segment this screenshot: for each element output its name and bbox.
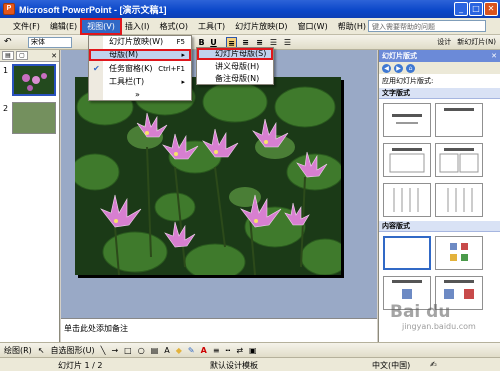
title-bar: P Microsoft PowerPoint - [演示文稿1]	[0, 0, 500, 18]
line-style-icon[interactable]: ≡	[213, 346, 220, 355]
task-pane-header: 幻灯片版式 ✕	[379, 50, 500, 62]
slide-number-2: 2	[3, 104, 9, 113]
language-status: 中文(中国)	[372, 361, 411, 370]
select-pointer-icon[interactable]: ↖	[38, 346, 45, 355]
slide-master-item[interactable]: 幻灯片母版(S)	[197, 48, 273, 60]
notes-pane[interactable]: 单击此处添加备注	[61, 318, 377, 342]
text-layouts-grid	[379, 99, 500, 221]
draw-menu-button[interactable]: 绘图(R)	[4, 345, 32, 356]
shadow-icon[interactable]: ▣	[249, 346, 257, 355]
slide-thumbnail-1[interactable]	[12, 64, 56, 96]
maximize-button[interactable]: □	[469, 2, 483, 16]
chevron-down-icon: »	[135, 90, 140, 99]
toolbar-right: 设计 新幻灯片(N)	[437, 37, 496, 47]
view-expand-item[interactable]: »	[89, 89, 191, 101]
task-pane-nav: ◀ ▶ ⌂	[379, 62, 500, 74]
back-icon[interactable]: ◀	[382, 63, 391, 73]
task-pane-close-icon[interactable]: ✕	[491, 50, 500, 62]
slides-panel: ▤ ▢ ✕ 1 2	[0, 50, 60, 342]
arrow-style-icon[interactable]: ⇄	[236, 346, 243, 355]
task-pane: 幻灯片版式 ✕ ◀ ▶ ⌂ 应用幻灯片版式: 文字版式 内容版式	[378, 50, 500, 342]
apply-layout-label: 应用幻灯片版式:	[382, 77, 434, 85]
slide-canvas[interactable]	[75, 77, 341, 275]
panel-close-icon[interactable]: ✕	[51, 52, 57, 60]
autoshapes-button[interactable]: 自选图形(U)	[51, 345, 95, 356]
fill-color-icon[interactable]: ◆	[176, 346, 182, 355]
close-button[interactable]: ✕	[484, 2, 498, 16]
drawing-toolbar: 绘图(R) ↖ 自选图形(U) ╲ → □ ○ ▤ A ◆ ✎ A ≡ ┅ ⇄ …	[0, 342, 500, 357]
wordart-icon[interactable]: A	[164, 346, 169, 355]
menu-insert[interactable]: 插入(I)	[120, 20, 155, 33]
window-controls: _ □ ✕	[454, 2, 498, 16]
menu-slideshow[interactable]: 幻灯片放映(D)	[230, 20, 292, 33]
task-pane-title: 幻灯片版式	[382, 52, 417, 60]
menu-help[interactable]: 帮助(H)	[333, 20, 371, 33]
forward-icon[interactable]: ▶	[394, 63, 403, 73]
text-layouts-header: 文字版式	[379, 88, 500, 99]
font-select[interactable]: 宋体	[28, 37, 72, 48]
checkmark-icon: ✔	[93, 64, 100, 73]
menu-window[interactable]: 窗口(W)	[293, 20, 333, 33]
water-lily-photo	[75, 77, 341, 275]
master-submenu: 幻灯片母版(S) 讲义母版(H) 备注母版(N)	[196, 47, 274, 85]
slide-number-1: 1	[3, 66, 9, 75]
slide-thumbnail-2[interactable]	[12, 102, 56, 134]
help-search-input[interactable]: 键入需要帮助的问题	[368, 20, 486, 32]
spellcheck-icon: ✍	[430, 360, 437, 369]
tab-slides[interactable]: ▢	[16, 51, 28, 60]
design-button[interactable]: 设计	[437, 37, 451, 47]
minimize-button[interactable]: _	[454, 2, 468, 16]
menu-view[interactable]: 视图(V)	[80, 17, 122, 35]
menu-edit[interactable]: 编辑(E)	[45, 20, 82, 33]
bullets-button[interactable]: ☰	[282, 37, 293, 48]
home-icon[interactable]: ⌂	[406, 63, 415, 73]
arrow-tool-icon[interactable]: →	[111, 346, 118, 355]
design-template-status: 默认设计模板	[210, 361, 258, 370]
layout-two-column-text[interactable]	[435, 143, 483, 177]
undo-icon[interactable]: ↶	[4, 37, 12, 47]
layout-vertical-title-text[interactable]	[435, 183, 483, 217]
layout-title-slide[interactable]	[383, 103, 431, 137]
content-layouts-header: 内容版式	[379, 221, 500, 232]
baidu-watermark: Bai du	[390, 302, 451, 322]
window-title: Microsoft PowerPoint - [演示文稿1]	[19, 4, 167, 15]
font-color-icon[interactable]: A	[201, 346, 207, 355]
handout-master-item[interactable]: 讲义母版(H)	[197, 61, 273, 73]
menu-file[interactable]: 文件(F)	[8, 20, 45, 33]
status-bar: 幻灯片 1 / 2 默认设计模板 中文(中国) ✍	[0, 357, 500, 371]
view-toolbars-item[interactable]: 工具栏(T) ▸	[89, 76, 191, 88]
view-slideshow-item[interactable]: 幻灯片放映(W) F5	[89, 36, 191, 48]
thumbnail-image	[14, 66, 54, 94]
tab-outline[interactable]: ▤	[2, 51, 14, 60]
menu-format[interactable]: 格式(O)	[154, 20, 193, 33]
powerpoint-icon: P	[3, 3, 15, 15]
view-menu-dropdown: 幻灯片放映(W) F5 母版(M) ▸ ✔ 任务窗格(K) Ctrl+F1 工具…	[88, 35, 192, 101]
new-slide-button[interactable]: 新幻灯片(N)	[457, 37, 496, 47]
baidu-watermark-url: jingyan.baidu.com	[402, 322, 476, 331]
line-color-icon[interactable]: ✎	[188, 346, 195, 355]
rectangle-tool-icon[interactable]: □	[124, 346, 132, 355]
layout-blank[interactable]	[383, 236, 431, 270]
layout-title-only[interactable]	[435, 103, 483, 137]
panel-tabs: ▤ ▢ ✕	[0, 50, 59, 62]
layout-vertical-text[interactable]	[383, 183, 431, 217]
view-master-item[interactable]: 母版(M) ▸	[89, 49, 191, 61]
dash-style-icon[interactable]: ┅	[226, 346, 231, 355]
textbox-tool-icon[interactable]: ▤	[151, 346, 159, 355]
notes-master-item[interactable]: 备注母版(N)	[197, 73, 273, 85]
menu-tools[interactable]: 工具(T)	[193, 20, 230, 33]
view-taskpane-item[interactable]: ✔ 任务窗格(K) Ctrl+F1	[89, 63, 191, 75]
layout-content[interactable]	[435, 236, 483, 270]
oval-tool-icon[interactable]: ○	[138, 346, 145, 355]
layout-title-text[interactable]	[383, 143, 431, 177]
slide-counter: 幻灯片 1 / 2	[58, 361, 103, 370]
line-tool-icon[interactable]: ╲	[101, 346, 106, 355]
